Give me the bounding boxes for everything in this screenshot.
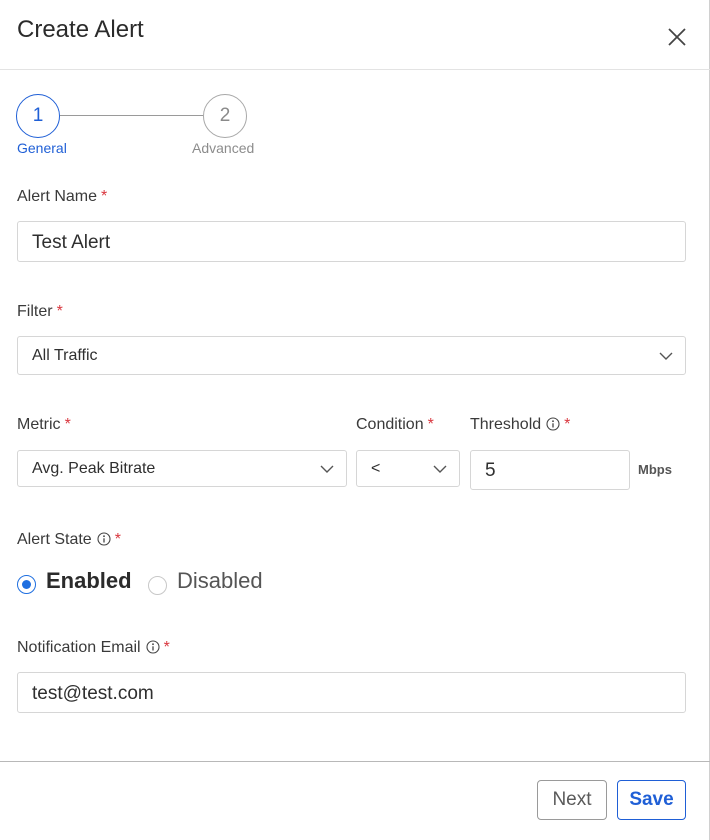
enabled-radio-label[interactable]: Enabled [46,568,132,594]
filter-select[interactable]: All Traffic [17,336,686,375]
alert-state-label: Alert State * [17,531,121,549]
condition-select[interactable]: < [356,450,460,487]
dialog-title: Create Alert [17,16,144,43]
condition-label: Condition * [356,416,434,434]
info-icon[interactable] [146,640,160,654]
chevron-down-icon [433,465,447,473]
filter-label: Filter * [17,303,63,321]
required-mark: * [163,639,170,656]
dialog-header: Create Alert [0,0,710,70]
chevron-down-icon [320,465,334,473]
step-1-label[interactable]: General [17,140,67,156]
enabled-radio[interactable] [17,575,36,594]
metric-label: Metric * [17,416,71,434]
notification-email-input[interactable]: test@test.com [17,672,686,713]
info-icon[interactable] [546,417,560,431]
step-1-circle[interactable]: 1 [16,94,60,138]
notification-email-label: Notification Email * [17,639,170,657]
condition-label-text: Condition [356,416,424,433]
step-2-circle[interactable]: 2 [203,94,247,138]
alert-name-input[interactable]: Test Alert [17,221,686,262]
step-2-label[interactable]: Advanced [192,140,254,156]
threshold-label-text: Threshold [470,416,542,433]
alert-name-label-text: Alert Name [17,188,98,205]
required-mark: * [114,531,121,548]
notification-email-label-text: Notification Email [17,639,141,656]
disabled-radio[interactable] [148,576,167,595]
required-mark: * [56,303,63,320]
alert-name-value: Test Alert [32,232,111,253]
stepper: 1 2 General Advanced [0,90,300,160]
filter-label-text: Filter [17,303,53,320]
threshold-unit: Mbps [638,462,672,477]
footer-divider [0,761,710,762]
threshold-label: Threshold * [470,416,570,434]
alert-name-label: Alert Name * [17,188,107,206]
metric-select[interactable]: Avg. Peak Bitrate [17,450,347,487]
notification-email-value: test@test.com [32,683,154,704]
next-button[interactable]: Next [537,780,607,820]
filter-selected-value: All Traffic [32,347,98,364]
required-mark: * [564,416,571,433]
threshold-input[interactable]: 5 [470,450,630,490]
info-icon[interactable] [97,532,111,546]
required-mark: * [64,416,71,433]
condition-selected-value: < [371,460,381,477]
create-alert-dialog: Create Alert 1 2 General Advanced Alert … [0,0,710,840]
metric-selected-value: Avg. Peak Bitrate [32,460,156,477]
chevron-down-icon [659,352,673,360]
close-button[interactable] [664,24,690,50]
stepper-connector [60,115,203,116]
required-mark: * [427,416,434,433]
metric-label-text: Metric [17,416,61,433]
close-icon [668,28,686,46]
required-mark: * [101,188,108,205]
threshold-value: 5 [485,460,496,481]
save-button[interactable]: Save [617,780,686,820]
alert-state-label-text: Alert State [17,531,92,548]
disabled-radio-label[interactable]: Disabled [177,568,263,594]
